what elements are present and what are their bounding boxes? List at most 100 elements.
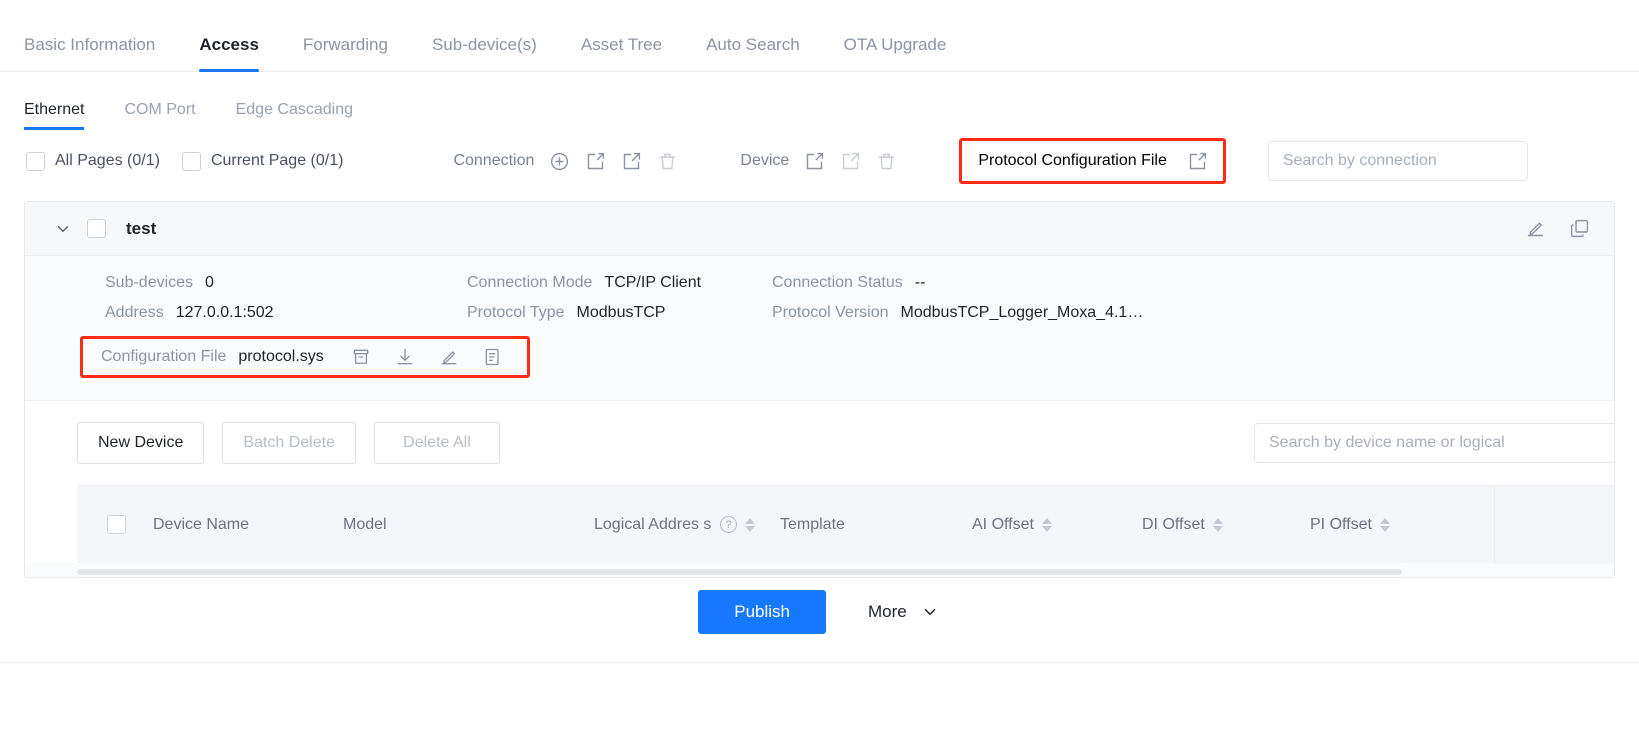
footer-divider xyxy=(0,662,1639,663)
edit-pen-icon[interactable] xyxy=(438,346,460,368)
connection-detail-grid: Sub-devices 0 Connection Mode TCP/IP Clien… xyxy=(25,274,1614,322)
detail-protocol-version: Protocol Version ModbusTCP_Logger_Moxa_4.… xyxy=(772,304,1614,322)
column-logical-address[interactable]: Logical Addres s ? xyxy=(594,515,780,535)
access-page: Basic Information Access Forwarding Sub-… xyxy=(0,0,1639,729)
device-group-label: Device xyxy=(740,152,790,169)
all-pages-checkbox[interactable] xyxy=(26,151,45,171)
import-icon[interactable] xyxy=(803,150,825,172)
subtab-ethernet[interactable]: Ethernet xyxy=(24,102,104,130)
trash-icon[interactable] xyxy=(656,150,678,172)
protocol-configuration-file-label: Protocol Configuration File xyxy=(978,152,1167,169)
select-all-devices-checkbox[interactable] xyxy=(107,515,126,534)
subtab-com-port[interactable]: COM Port xyxy=(104,102,215,130)
subtab-edge-cascading[interactable]: Edge Cascading xyxy=(216,102,373,130)
column-label: Logical Addres s xyxy=(594,515,712,533)
import-icon[interactable] xyxy=(584,150,606,172)
connection-action-group: Connection xyxy=(453,150,678,172)
tab-auto-search[interactable]: Auto Search xyxy=(684,36,822,71)
column-label: AI Offset xyxy=(972,515,1034,533)
subtab-label: COM Port xyxy=(124,101,196,118)
tab-label: Auto Search xyxy=(706,35,800,54)
all-pages-label: All Pages (0/1) xyxy=(55,152,160,169)
tab-forwarding[interactable]: Forwarding xyxy=(281,36,410,71)
detail-key: Sub-devices xyxy=(105,274,194,291)
edit-pen-icon[interactable] xyxy=(1524,218,1546,240)
add-circle-icon[interactable] xyxy=(548,150,570,172)
tab-asset-tree[interactable]: Asset Tree xyxy=(559,36,684,71)
sort-toggle[interactable] xyxy=(745,517,755,532)
delete-all-button[interactable]: Delete All xyxy=(373,422,500,464)
column-actions-placeholder xyxy=(1494,485,1614,564)
configuration-file-label: Configuration File xyxy=(101,348,227,365)
scrollbar-thumb[interactable] xyxy=(77,569,1402,575)
tab-basic-information[interactable]: Basic Information xyxy=(24,36,177,71)
tab-access[interactable]: Access xyxy=(177,35,281,72)
configuration-file-highlight: Configuration File protocol.sys xyxy=(80,336,530,378)
sort-toggle[interactable] xyxy=(1379,517,1390,532)
tab-label: Access xyxy=(199,35,259,54)
trash-icon[interactable] xyxy=(875,150,897,172)
import-icon[interactable] xyxy=(1187,150,1209,172)
configuration-file-actions xyxy=(350,346,504,368)
connection-toolbar: All Pages (0/1) Current Page (0/1) Conne… xyxy=(0,130,1639,192)
connection-card-body: Sub-devices 0 Connection Mode TCP/IP Clien… xyxy=(25,256,1614,577)
archive-icon[interactable] xyxy=(350,346,372,368)
column-ai-offset[interactable]: AI Offset xyxy=(972,515,1142,535)
connection-search-placeholder: Search by connection xyxy=(1282,152,1437,169)
subtab-label: Edge Cascading xyxy=(235,101,354,118)
connection-card-actions xyxy=(1524,218,1590,240)
column-device-name[interactable]: Device Name xyxy=(153,515,343,535)
chevron-down-icon[interactable] xyxy=(53,219,73,239)
column-pi-offset[interactable]: PI Offset xyxy=(1310,515,1460,535)
column-label: Template xyxy=(780,515,845,533)
tab-label: Sub-device(s) xyxy=(431,35,537,54)
export-icon[interactable] xyxy=(620,150,642,172)
sort-toggle[interactable] xyxy=(1041,517,1052,532)
detail-sub-devices: Sub-devices 0 xyxy=(105,274,467,292)
column-label: PI Offset xyxy=(1310,515,1372,533)
detail-address: Address 127.0.0.1:502 xyxy=(105,304,467,322)
detail-connection-status: Connection Status -- xyxy=(772,274,1614,292)
tab-ota-upgrade[interactable]: OTA Upgrade xyxy=(822,36,969,71)
export-icon[interactable] xyxy=(839,150,861,172)
column-template[interactable]: Template xyxy=(780,515,972,535)
connection-name: test xyxy=(126,218,157,238)
device-table: Device Name Model Logical Addres s ? Tem… xyxy=(25,485,1614,564)
more-label: More xyxy=(868,602,907,621)
detail-value: TCP/IP Client xyxy=(604,274,702,291)
form-edit-icon[interactable] xyxy=(482,346,504,368)
device-search-input[interactable]: Search by device name or logical xyxy=(1254,423,1614,463)
detail-key: Protocol Type xyxy=(467,304,565,321)
connection-select-checkbox[interactable] xyxy=(87,219,106,238)
detail-value: 0 xyxy=(205,274,214,291)
publish-button[interactable]: Publish xyxy=(698,590,827,634)
download-icon[interactable] xyxy=(394,346,416,368)
tab-label: Forwarding xyxy=(302,35,388,54)
all-pages-checkbox-row[interactable]: All Pages (0/1) xyxy=(26,151,160,171)
more-dropdown[interactable]: More xyxy=(868,601,941,623)
tab-label: Basic Information xyxy=(24,35,156,54)
tab-label: Asset Tree xyxy=(580,35,663,54)
detail-value: ModbusTCP xyxy=(576,304,666,321)
chevron-down-icon[interactable] xyxy=(919,601,941,623)
current-page-checkbox-row[interactable]: Current Page (0/1) xyxy=(181,151,343,171)
tab-sub-devices[interactable]: Sub-device(s) xyxy=(410,36,559,71)
sort-toggle[interactable] xyxy=(1212,517,1223,532)
detail-key: Protocol Version xyxy=(772,304,889,321)
detail-value: 127.0.0.1:502 xyxy=(175,304,274,321)
column-model[interactable]: Model xyxy=(343,515,594,535)
copy-icon[interactable] xyxy=(1568,218,1590,240)
column-label: DI Offset xyxy=(1142,515,1205,533)
connection-search-input[interactable]: Search by connection xyxy=(1267,141,1528,181)
batch-delete-button[interactable]: Batch Delete xyxy=(222,422,356,464)
device-search-placeholder: Search by device name or logical xyxy=(1269,434,1505,451)
detail-key: Address xyxy=(105,304,164,321)
new-device-button[interactable]: New Device xyxy=(77,422,205,464)
current-page-checkbox[interactable] xyxy=(181,151,201,171)
detail-value: -- xyxy=(914,274,926,291)
connection-card: test Sub-devices 0 Connection Mode TCP/I… xyxy=(24,201,1615,578)
help-circle-icon[interactable]: ? xyxy=(720,516,737,533)
primary-tab-bar: Basic Information Access Forwarding Sub-… xyxy=(0,0,1639,72)
column-di-offset[interactable]: DI Offset xyxy=(1142,515,1310,535)
table-horizontal-scrollbar[interactable] xyxy=(77,567,1402,577)
